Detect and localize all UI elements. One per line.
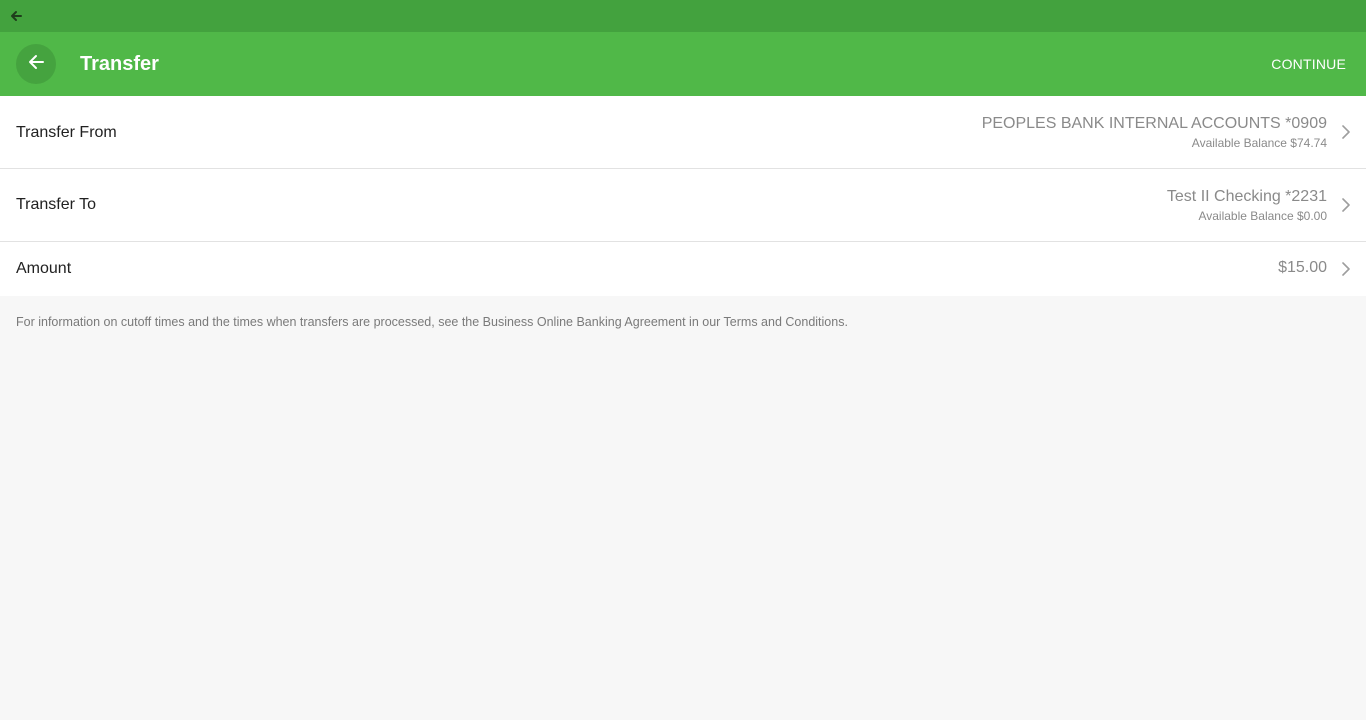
continue-button[interactable]: CONTINUE	[1271, 54, 1346, 74]
chevron-right-icon	[1340, 125, 1352, 139]
transfer-to-row[interactable]: Transfer To Test II Checking *2231 Avail…	[0, 169, 1366, 242]
back-button[interactable]	[16, 44, 56, 84]
transfer-to-balance: Available Balance $0.00	[1198, 209, 1327, 223]
amount-value: $15.00	[1278, 259, 1327, 276]
app-bar: Transfer CONTINUE	[0, 32, 1366, 96]
transfer-from-account: PEOPLES BANK INTERNAL ACCOUNTS *0909	[981, 115, 1327, 132]
transfer-to-label: Transfer To	[16, 196, 97, 213]
amount-label: Amount	[16, 260, 72, 277]
transfer-from-balance: Available Balance $74.74	[1191, 136, 1327, 150]
transfer-to-account: Test II Checking *2231	[1166, 188, 1327, 205]
system-status-bar	[0, 0, 1366, 32]
transfer-from-row[interactable]: Transfer From PEOPLES BANK INTERNAL ACCO…	[0, 96, 1366, 169]
chevron-right-icon	[1340, 262, 1352, 276]
transfer-form: Transfer From PEOPLES BANK INTERNAL ACCO…	[0, 96, 1366, 296]
amount-row[interactable]: Amount $15.00	[0, 242, 1366, 296]
transfer-info-text: For information on cutoff times and the …	[16, 315, 848, 329]
transfer-to-values: Test II Checking *2231 Available Balance…	[1167, 187, 1327, 224]
system-back-icon[interactable]	[8, 8, 24, 24]
arrow-left-icon	[27, 53, 45, 76]
amount-values: $15.00	[1278, 258, 1327, 278]
transfer-from-values: PEOPLES BANK INTERNAL ACCOUNTS *0909 Ava…	[982, 114, 1327, 151]
chevron-right-icon	[1340, 198, 1352, 212]
page-title: Transfer	[80, 53, 159, 75]
transfer-from-label: Transfer From	[16, 124, 117, 141]
